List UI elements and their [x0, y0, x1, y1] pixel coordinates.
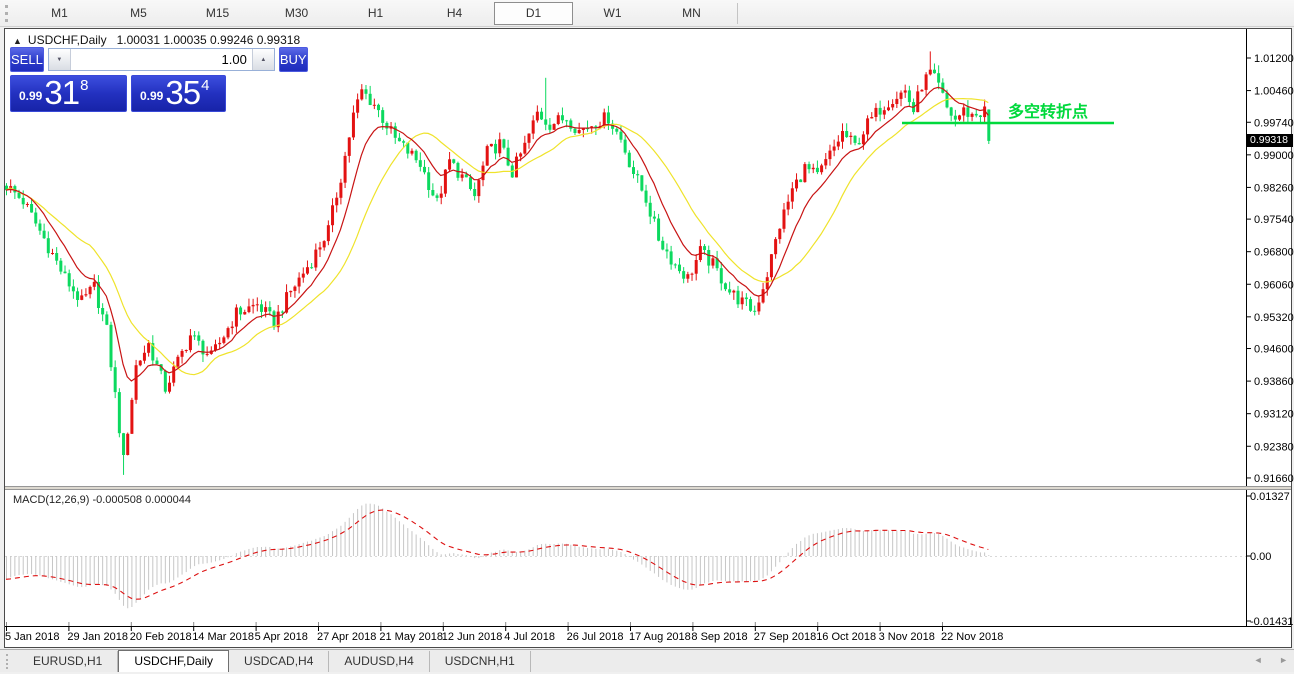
chart-tab-bar: EURUSD,H1 USDCHF,Daily USDCAD,H4 AUDUSD,H4 U… [0, 649, 1294, 672]
tab-scroll-right-icon[interactable]: ► [1279, 655, 1288, 665]
svg-text:3 Nov 2018: 3 Nov 2018 [879, 631, 935, 643]
symbol-marker-icon: ▲ [13, 36, 22, 46]
tabbar-drag-grip[interactable] [6, 654, 10, 669]
sell-price-point: 8 [80, 77, 89, 94]
svg-text:26 Jul 2018: 26 Jul 2018 [567, 631, 624, 643]
buy-price-point: 4 [201, 77, 210, 94]
chart-tab-usdcnh[interactable]: USDCNH,H1 [430, 651, 531, 672]
svg-text:0.99000: 0.99000 [1254, 150, 1294, 162]
chart-tabs: EURUSD,H1 USDCHF,Daily USDCAD,H4 AUDUSD,H4 U… [18, 650, 531, 672]
macd-indicator-label: MACD(12,26,9) -0.000508 0.000044 [13, 494, 191, 506]
buy-price-pips: 35 [165, 75, 201, 111]
buy-price-box[interactable]: 0.99 35 4 [131, 75, 226, 112]
svg-text:17 Aug 2018: 17 Aug 2018 [629, 631, 691, 643]
chart-tab-usdchf[interactable]: USDCHF,Daily [118, 650, 230, 672]
symbol-period-label: USDCHF,Daily [27, 33, 107, 47]
svg-text:-0.01431: -0.01431 [1250, 616, 1293, 628]
volume-spinner: ▼ ▲ [47, 48, 275, 71]
chart-tab-usdcad[interactable]: USDCAD,H4 [229, 651, 330, 672]
sell-price-pips: 31 [44, 75, 80, 111]
svg-text:27 Sep 2018: 27 Sep 2018 [754, 631, 816, 643]
volume-decrease-icon[interactable]: ▼ [48, 49, 71, 70]
svg-text:29 Jan 2018: 29 Jan 2018 [67, 631, 128, 643]
current-price-badge: 0.99318 [1247, 134, 1293, 147]
svg-text:20 Feb 2018: 20 Feb 2018 [130, 631, 192, 643]
svg-text:21 May 2018: 21 May 2018 [379, 631, 443, 643]
svg-text:14 Mar 2018: 14 Mar 2018 [192, 631, 254, 643]
volume-input[interactable] [70, 49, 252, 70]
svg-text:0.01327: 0.01327 [1250, 491, 1290, 503]
sell-price-box[interactable]: 0.99 31 8 [10, 75, 127, 112]
svg-text:4 Jul 2018: 4 Jul 2018 [504, 631, 555, 643]
svg-text:1.01200: 1.01200 [1254, 53, 1294, 65]
sell-button[interactable]: SELL [10, 47, 44, 72]
trendline-annotation-label[interactable]: 多空转折点 [1008, 98, 1088, 122]
svg-text:0.93120: 0.93120 [1254, 409, 1294, 421]
svg-text:0.00: 0.00 [1250, 551, 1271, 563]
svg-text:0.96800: 0.96800 [1254, 247, 1294, 259]
chart-title: ▲ USDCHF,Daily 1.00031 1.00035 0.99246 0.9… [13, 33, 300, 47]
ohlc-values: 1.00031 1.00035 0.99246 0.99318 [116, 33, 301, 47]
svg-text:22 Nov 2018: 22 Nov 2018 [941, 631, 1003, 643]
svg-text:16 Oct 2018: 16 Oct 2018 [816, 631, 876, 643]
chart-tab-eurusd[interactable]: EURUSD,H1 [18, 651, 119, 672]
svg-text:8 Sep 2018: 8 Sep 2018 [691, 631, 747, 643]
sell-price-prefix: 0.99 [19, 89, 43, 103]
svg-text:0.95320: 0.95320 [1254, 312, 1294, 324]
svg-text:0.98260: 0.98260 [1254, 182, 1294, 194]
svg-text:0.97540: 0.97540 [1254, 214, 1294, 226]
chart-tab-audusd[interactable]: AUDUSD,H4 [329, 651, 430, 672]
svg-text:0.91660: 0.91660 [1254, 473, 1294, 485]
buy-button[interactable]: BUY [278, 47, 308, 72]
svg-text:0.99740: 0.99740 [1254, 117, 1294, 129]
svg-text:27 Apr 2018: 27 Apr 2018 [317, 631, 376, 643]
one-click-trade-panel: SELL ▼ ▲ BUY 0.99 31 8 0.99 35 4 [10, 47, 308, 112]
svg-text:0.94600: 0.94600 [1254, 344, 1294, 356]
tab-scroll-arrows: ◄ ► [1240, 655, 1288, 665]
tab-scroll-left-icon[interactable]: ◄ [1254, 655, 1263, 665]
svg-text:0.96060: 0.96060 [1254, 279, 1294, 291]
volume-increase-icon[interactable]: ▲ [251, 49, 274, 70]
svg-text:1.00460: 1.00460 [1254, 86, 1294, 98]
svg-text:0.92380: 0.92380 [1254, 441, 1294, 453]
svg-text:5 Jan 2018: 5 Jan 2018 [5, 631, 59, 643]
svg-text:0.93860: 0.93860 [1254, 376, 1294, 388]
buy-price-prefix: 0.99 [140, 89, 164, 103]
svg-text:12 Jun 2018: 12 Jun 2018 [442, 631, 503, 643]
svg-text:5 Apr 2018: 5 Apr 2018 [255, 631, 308, 643]
